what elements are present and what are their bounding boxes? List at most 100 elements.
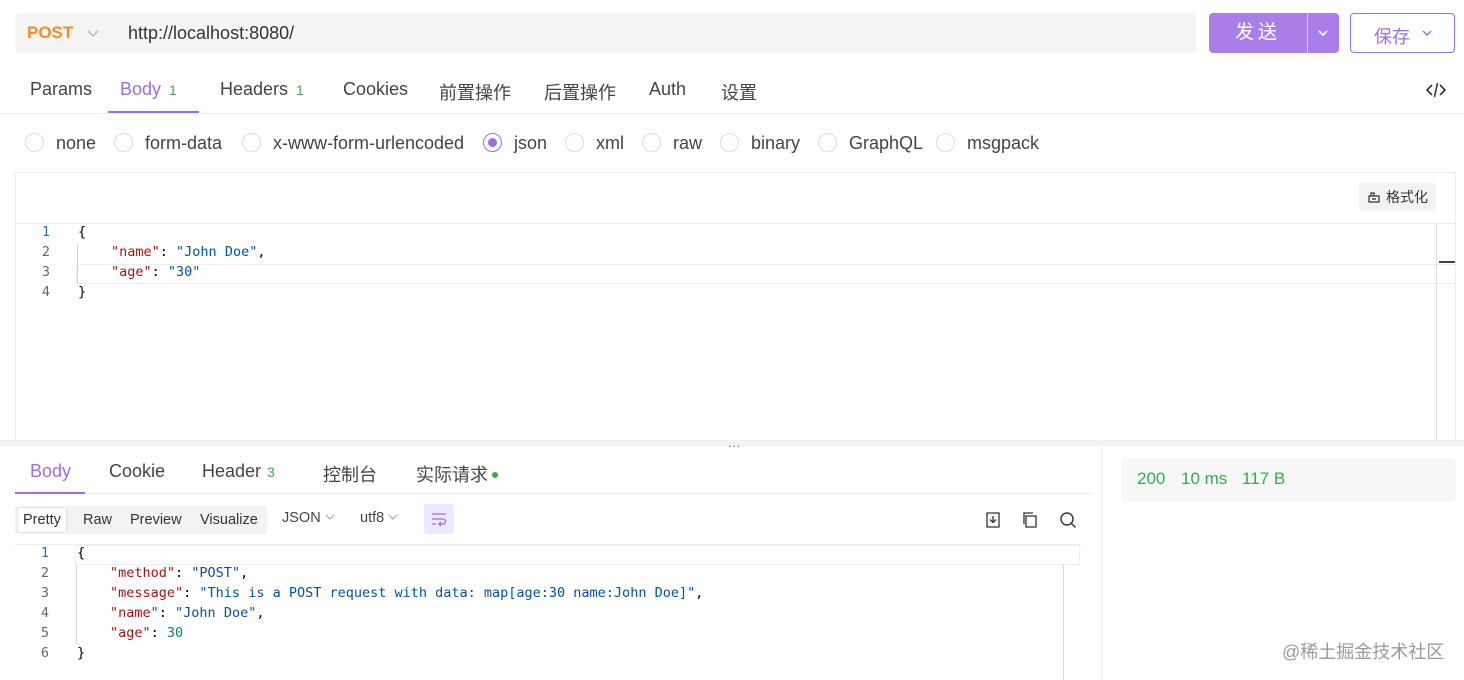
response-stats: 200 10 ms 117 B xyxy=(1122,458,1456,502)
tab-count: 1 xyxy=(296,82,304,98)
format-button[interactable]: 格式化 xyxy=(1359,183,1436,211)
save-button[interactable]: 保存 xyxy=(1350,13,1455,53)
chevron-down-icon[interactable] xyxy=(1315,25,1331,41)
response-tab-actual-request[interactable]: 实际请求 xyxy=(416,461,498,487)
search-icon[interactable] xyxy=(1059,511,1077,529)
indent-guide xyxy=(76,565,77,645)
line-number: 3 xyxy=(40,585,49,601)
radio-msgpack[interactable]: msgpack xyxy=(936,133,1039,155)
response-time[interactable]: 10 ms xyxy=(1181,469,1227,489)
tab-params[interactable]: Params xyxy=(30,79,92,100)
radio-xml[interactable]: xml xyxy=(565,133,624,155)
radio-circle-selected[interactable] xyxy=(483,133,502,152)
response-body-viewer[interactable]: 1 2 3 4 5 6 { "method": "POST", "message… xyxy=(15,544,1081,680)
radio-x-www-form-urlencoded[interactable]: x-www-form-urlencoded xyxy=(242,133,464,155)
response-tab-cookie[interactable]: Cookie xyxy=(109,461,165,482)
response-scrollbar[interactable] xyxy=(1063,565,1064,680)
status-dot xyxy=(492,472,498,478)
editor-divider xyxy=(16,223,1455,224)
response-tabs: Body Cookie Header 3 控制台 实际请求 xyxy=(15,446,1092,494)
tab-count: 3 xyxy=(267,464,275,480)
code-line: } xyxy=(78,284,87,300)
radio-circle[interactable] xyxy=(114,133,133,152)
line-number: 2 xyxy=(41,244,50,260)
url-box: POST http://localhost:8080/ xyxy=(15,13,1196,53)
format-icon xyxy=(1368,192,1380,203)
chevron-down-icon[interactable] xyxy=(85,25,101,41)
view-mode-visualize[interactable]: Visualize xyxy=(195,506,263,534)
editor-scrollbar[interactable] xyxy=(1436,224,1437,440)
line-number: 6 xyxy=(40,645,49,661)
indent-guide xyxy=(77,244,78,284)
view-mode-pretty[interactable]: Pretty xyxy=(17,507,67,533)
radio-raw[interactable]: raw xyxy=(642,133,702,155)
response-tab-header[interactable]: Header 3 xyxy=(202,461,275,482)
code-icon[interactable] xyxy=(1425,81,1447,99)
code-line: "name": "John Doe", xyxy=(110,605,265,621)
save-button-label: 保存 xyxy=(1374,27,1410,47)
chevron-down-icon xyxy=(388,514,398,520)
response-tab-console[interactable]: 控制台 xyxy=(323,461,377,487)
send-divider xyxy=(1307,13,1308,53)
tab-settings[interactable]: 设置 xyxy=(721,79,757,105)
request-tabs: Params Body 1 Headers 1 Cookies 前置操作 后置操作 … xyxy=(0,66,1464,114)
radio-form-data[interactable]: form-data xyxy=(114,133,222,155)
code-line: "age": "30" xyxy=(111,264,201,280)
watermark: @稀土掘金技术社区 xyxy=(1282,642,1445,662)
send-button[interactable]: 发送 xyxy=(1209,13,1339,53)
line-number: 5 xyxy=(40,625,49,641)
method-select[interactable]: POST xyxy=(27,23,73,43)
code-line: "name": "John Doe", xyxy=(111,244,266,260)
download-icon[interactable] xyxy=(984,511,1002,529)
body-type-group: none form-data x-www-form-urlencoded jso… xyxy=(0,114,1464,172)
code-line: { xyxy=(77,545,86,561)
request-body-editor[interactable]: 格式化 1 2 3 4 { "name": "John Doe", "age":… xyxy=(15,172,1456,440)
line-number: 4 xyxy=(40,605,49,621)
code-line: "age": 30 xyxy=(110,625,184,641)
code-line: "message": "This is a POST request with … xyxy=(110,585,704,601)
radio-circle[interactable] xyxy=(720,133,739,152)
radio-binary[interactable]: binary xyxy=(720,133,800,155)
format-button-label: 格式化 xyxy=(1386,189,1428,205)
view-mode-raw[interactable]: Raw xyxy=(78,506,117,534)
radio-circle[interactable] xyxy=(242,133,261,152)
line-number: 2 xyxy=(40,565,49,581)
code-line: } xyxy=(77,645,86,661)
line-number: 1 xyxy=(40,545,49,561)
response-panel: Body Cookie Header 3 控制台 实际请求 Pretty Raw … xyxy=(0,446,1100,680)
tab-pre-request[interactable]: 前置操作 xyxy=(439,79,511,105)
request-bar: POST http://localhost:8080/ 发送 保存 xyxy=(0,0,1464,66)
line-number: 4 xyxy=(41,284,50,300)
copy-icon[interactable] xyxy=(1021,511,1039,529)
code-line: "method": "POST", xyxy=(110,565,249,581)
line-number: 1 xyxy=(41,224,50,240)
radio-json[interactable]: json xyxy=(483,133,547,155)
response-size[interactable]: 117 B xyxy=(1242,469,1285,489)
chevron-down-icon xyxy=(1422,30,1432,36)
response-format-select[interactable]: JSON xyxy=(282,510,336,526)
radio-graphql[interactable]: GraphQL xyxy=(818,133,923,155)
wrap-lines-button[interactable] xyxy=(424,504,454,534)
radio-circle[interactable] xyxy=(818,133,837,152)
tab-body[interactable]: Body 1 xyxy=(120,79,177,100)
radio-circle[interactable] xyxy=(936,133,955,152)
radio-circle[interactable] xyxy=(25,133,44,152)
response-tab-body[interactable]: Body xyxy=(30,461,71,482)
scrollbar-cursor-marker xyxy=(1439,261,1455,263)
status-code[interactable]: 200 xyxy=(1137,469,1165,489)
tab-post-request[interactable]: 后置操作 xyxy=(544,79,616,105)
radio-none[interactable]: none xyxy=(25,133,96,155)
chevron-down-icon xyxy=(325,514,335,520)
encoding-select[interactable]: utf8 xyxy=(360,510,399,526)
radio-circle[interactable] xyxy=(642,133,661,152)
view-mode-preview[interactable]: Preview xyxy=(125,506,187,534)
tab-auth[interactable]: Auth xyxy=(649,79,686,100)
tab-cookies[interactable]: Cookies xyxy=(343,79,408,100)
tab-headers[interactable]: Headers 1 xyxy=(220,79,304,100)
active-tab-indicator xyxy=(108,111,199,113)
send-button-label: 发送 xyxy=(1234,22,1281,43)
url-input[interactable]: http://localhost:8080/ xyxy=(128,23,294,44)
active-tab-indicator xyxy=(15,492,85,494)
radio-circle[interactable] xyxy=(565,133,584,152)
tab-count: 1 xyxy=(169,82,177,98)
